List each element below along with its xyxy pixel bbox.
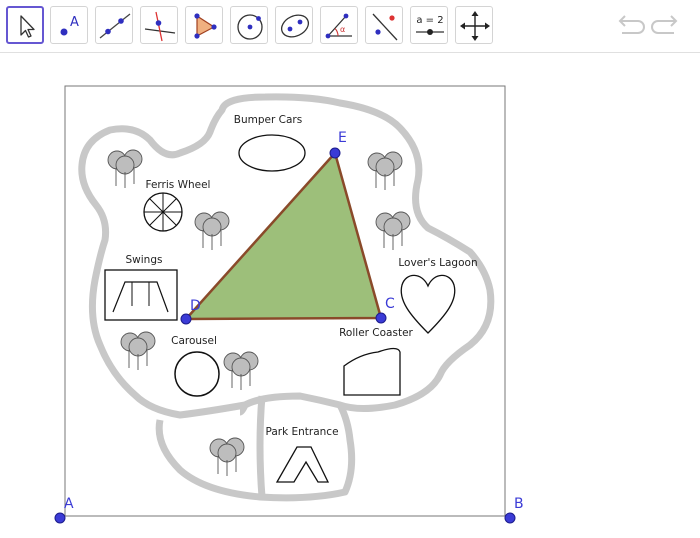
graphics-view-svg: Bumper Cars Ferris Wheel Swings Carousel… [54,85,524,524]
point-c[interactable] [375,312,387,324]
reflect-tool-button[interactable] [365,6,403,44]
park-entrance-label: Park Entrance [265,426,338,438]
svg-text:A: A [70,15,79,30]
point-tool-button[interactable]: A [50,6,88,44]
point-d-label: D [190,298,201,314]
ferris-wheel-label: Ferris Wheel [146,179,211,191]
move-graphics-view-tool-button[interactable] [455,6,493,44]
point-a[interactable] [54,512,66,524]
carousel-label: Carousel [171,335,217,347]
point-b-label: B [514,496,524,512]
toolbar: A α a = 2 [0,0,700,53]
redo-icon [651,15,678,34]
roller-coaster-label: Roller Coaster [339,327,413,339]
perpendicular-line-tool-button[interactable] [140,6,178,44]
svg-text:α: α [340,25,345,34]
circle-center-point-icon [237,14,263,40]
swings-label: Swings [126,254,163,266]
entrance-divider-path [256,395,266,498]
move-pointer-icon [20,15,35,38]
ellipse-icon [280,14,310,38]
angle-tool-button[interactable]: α [320,6,358,44]
undo-icon [618,15,645,34]
line-tool-button[interactable] [95,6,133,44]
swings-icon [104,269,178,321]
slider-icon: a = 2 [416,15,444,35]
graphics-view[interactable]: Bumper Cars Ferris Wheel Swings Carousel… [0,53,700,538]
point-b[interactable] [504,512,516,524]
polygon-icon [194,13,217,39]
point-d[interactable] [180,313,192,325]
slider-tool-button[interactable]: a = 2 [410,6,448,44]
point-c-label: C [385,296,395,312]
move-tool-button[interactable] [6,6,44,44]
ellipse-tool-button[interactable] [275,6,313,44]
perpendicular-line-icon [144,11,176,42]
point-a-label: A [64,496,74,512]
move-graphics-view-icon [460,11,490,41]
point-e[interactable] [329,147,341,159]
carousel-icon [174,351,220,397]
bumper-cars-icon [238,134,306,172]
ferris-wheel-icon [143,192,183,232]
redo-button[interactable] [650,12,682,40]
slider-icon-label: a = 2 [416,15,443,26]
point-icon: A [60,15,79,36]
bumper-cars-label: Bumper Cars [234,114,302,126]
point-e-label: E [338,130,347,146]
angle-icon: α [325,13,352,39]
undo-button[interactable] [614,12,646,40]
reflect-icon [372,13,398,41]
polygon-tool-button[interactable] [185,6,223,44]
line-icon [99,13,131,39]
circle-tool-button[interactable] [230,6,268,44]
lovers-lagoon-label: Lover's Lagoon [398,257,477,269]
